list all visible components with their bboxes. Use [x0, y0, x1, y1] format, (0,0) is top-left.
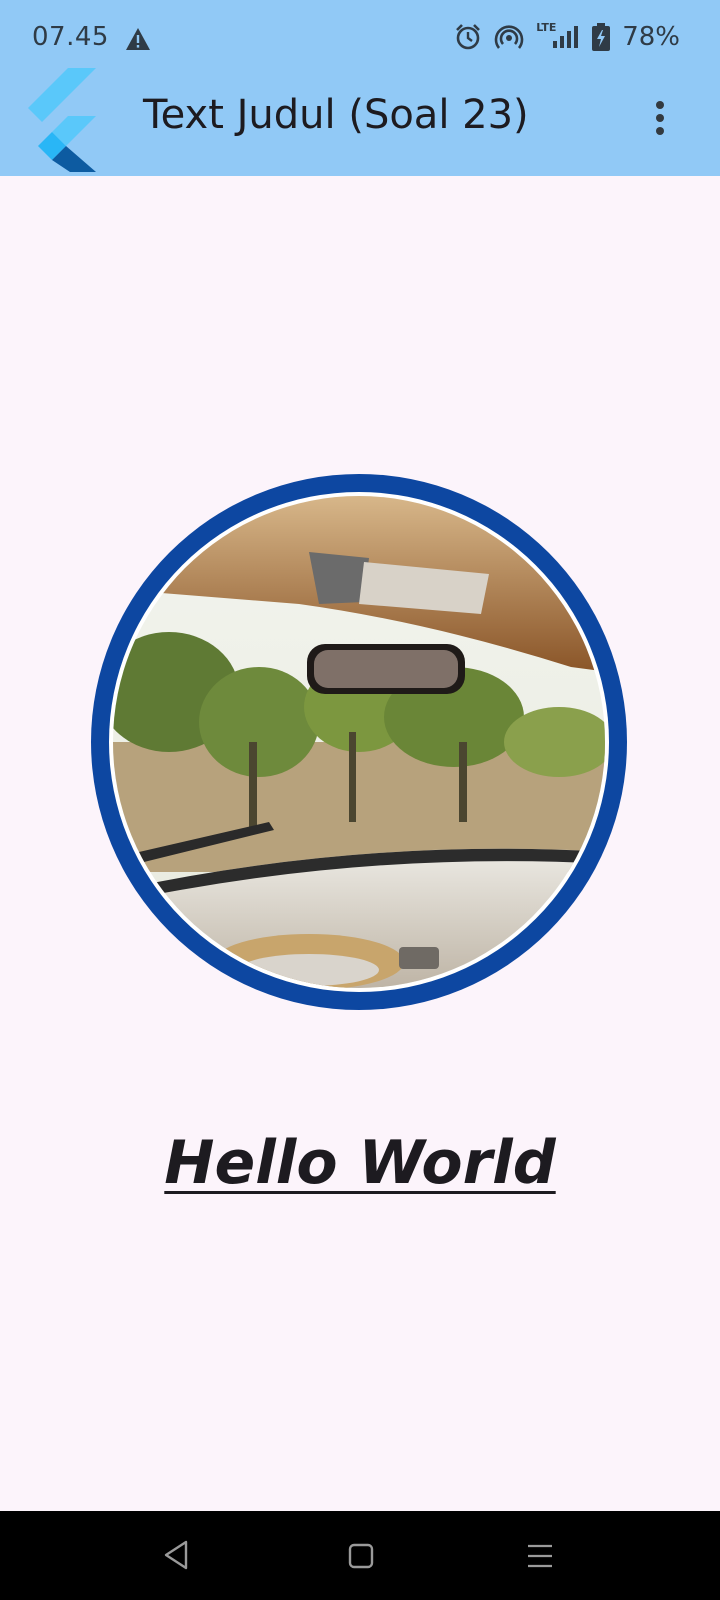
navigation-bar	[0, 1511, 720, 1600]
avatar-circle	[91, 474, 627, 1010]
hotspot-icon	[494, 25, 524, 49]
alarm-icon	[456, 24, 481, 50]
app-title: Text Judul (Soal 23)	[143, 92, 529, 138]
warning-icon	[126, 28, 150, 50]
flutter-logo	[28, 68, 96, 172]
more-vert-icon[interactable]	[650, 100, 670, 136]
top-bar: 07.45 LTE 78% Text Judul (Soal 23)	[0, 0, 720, 176]
status-time: 07.45	[32, 22, 109, 52]
back-icon[interactable]	[162, 1539, 190, 1571]
hello-world-text: Hello World	[164, 1128, 556, 1198]
network-indicator: LTE	[536, 21, 580, 51]
status-icons: LTE 78%	[454, 21, 680, 52]
battery-percent: 78%	[622, 22, 680, 52]
battery-charging-icon	[592, 23, 611, 51]
signal-icon	[553, 26, 579, 48]
car-interior-image	[109, 492, 609, 992]
recents-icon[interactable]	[527, 1544, 553, 1568]
home-icon[interactable]	[348, 1543, 374, 1569]
